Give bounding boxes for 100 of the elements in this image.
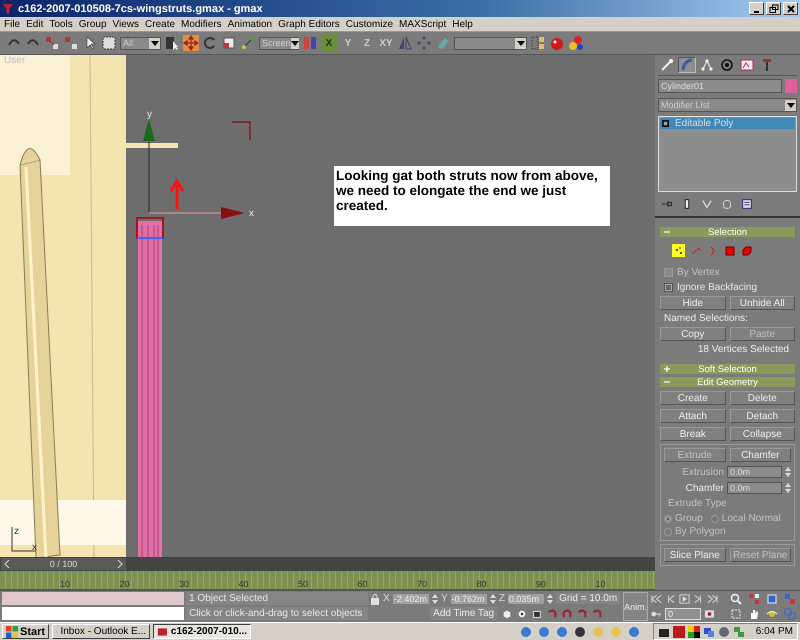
menu-item[interactable]: Group	[76, 18, 111, 30]
magnet-icon[interactable]	[592, 608, 602, 620]
mirror-icon[interactable]	[397, 35, 413, 51]
unlink-icon[interactable]	[63, 35, 79, 51]
menu-item[interactable]: Modifiers	[179, 18, 226, 30]
magnet-icon[interactable]	[547, 608, 558, 620]
play-icon[interactable]	[679, 594, 690, 604]
panel-button[interactable]: Detach	[730, 409, 795, 423]
menu-item[interactable]: Tools	[47, 18, 77, 30]
panel-button[interactable]: Slice Plane	[664, 548, 726, 562]
animate-button[interactable]: Anim.	[623, 592, 648, 621]
zoom-extents-icon[interactable]	[766, 593, 778, 605]
region-select-icon[interactable]	[101, 35, 117, 51]
panel-button[interactable]: Break	[660, 427, 726, 441]
go-to-start-icon[interactable]	[651, 594, 662, 604]
axis-constraint-button[interactable]: Y	[340, 34, 356, 52]
caret-icon[interactable]	[516, 40, 524, 46]
go-to-end-icon[interactable]	[707, 594, 718, 604]
axis-constraint-button[interactable]: X	[321, 34, 337, 52]
checkbox[interactable]	[664, 282, 673, 292]
spinner-field[interactable]: 0.0m	[727, 482, 782, 494]
magnet-icon[interactable]	[562, 608, 572, 620]
menu-item[interactable]: File	[2, 18, 24, 30]
taskbar-button[interactable]: c162-2007-010...	[153, 624, 252, 639]
menu-item[interactable]: Views	[110, 18, 144, 30]
color-spheres-icon[interactable]	[568, 35, 584, 51]
display-monitor-icon[interactable]	[738, 57, 756, 73]
caret-icon[interactable]	[150, 40, 158, 46]
menu-item[interactable]: Create	[143, 18, 180, 30]
coordinate-field[interactable]: -2.402m	[392, 594, 429, 604]
rollout-header[interactable]: Selection	[660, 227, 795, 237]
material-editor-icon[interactable]	[530, 35, 546, 51]
menu-item[interactable]: Customize	[344, 18, 398, 30]
viewport[interactable]: User y x Looking gat both struts now from above, we need to elongate the end we just created. z x	[0, 55, 655, 558]
arc-rotate-icon[interactable]	[766, 608, 778, 620]
timeline-ruler[interactable]: 10 20 30 40 50 60 70 80 90 10	[0, 571, 655, 590]
modifier-list-dropdown[interactable]: Modifier List	[658, 98, 797, 112]
spinner-arrows-icon[interactable]	[785, 466, 791, 478]
named-selection-dropdown[interactable]	[454, 36, 527, 50]
panel-button[interactable]: Attach	[660, 409, 726, 423]
rollout-header[interactable]: Edit Geometry	[660, 377, 795, 387]
panel-button[interactable]: Copy	[660, 327, 726, 341]
key-icon[interactable]	[651, 608, 662, 618]
panel-button[interactable]: Unhide All	[730, 296, 795, 310]
restore-icon[interactable]	[768, 4, 778, 14]
zoom-icon[interactable]	[730, 593, 742, 605]
colored-squares-icon[interactable]	[688, 626, 700, 638]
close-button[interactable]	[783, 2, 798, 15]
caret-icon[interactable]	[786, 102, 794, 108]
time-config-icon[interactable]	[704, 608, 716, 618]
select-by-name-icon[interactable]	[164, 35, 180, 51]
coordinate-field[interactable]: -0.762m	[450, 594, 487, 604]
object-name-field[interactable]: Cylinder01	[658, 79, 782, 93]
scale-icon[interactable]	[221, 35, 237, 51]
modify-bend-icon[interactable]	[678, 57, 696, 73]
stack-item[interactable]: Editable Poly	[660, 118, 795, 129]
selected-strut-drawing[interactable]	[136, 217, 164, 558]
panel-button[interactable]: Create	[660, 391, 726, 405]
maxscript-listener-field[interactable]	[2, 592, 184, 605]
vertex-dots-icon[interactable]	[672, 244, 685, 257]
pan-hand-icon[interactable]	[748, 608, 760, 620]
menu-item[interactable]: Graph Editors	[276, 18, 344, 30]
pivot-icon[interactable]	[240, 35, 256, 51]
remove-modifier-icon[interactable]	[721, 199, 733, 209]
pin-icon[interactable]	[661, 199, 673, 209]
frame-counter-thumb[interactable]: 0 / 100	[1, 558, 126, 570]
spinner-arrows-icon[interactable]	[490, 592, 496, 604]
panel-button[interactable]: Hide	[660, 296, 726, 310]
disc-icon[interactable]	[718, 626, 730, 638]
spinner-arrows-icon[interactable]	[547, 592, 554, 604]
menu-item[interactable]: Edit	[24, 18, 48, 30]
zoom-all-icon[interactable]	[748, 593, 760, 605]
previous-frame-icon[interactable]	[665, 594, 676, 604]
magnet-icon[interactable]	[577, 608, 588, 620]
field-of-view-icon[interactable]	[730, 608, 742, 620]
taskbar-button[interactable]: Inbox - Outlook E...	[52, 624, 150, 639]
add-time-tag-button[interactable]: Add Time Tag	[430, 607, 498, 620]
close-icon[interactable]	[786, 4, 796, 14]
restore-button[interactable]	[766, 2, 781, 15]
panel-button[interactable]: Chamfer	[730, 448, 791, 462]
selection-filter-dropdown[interactable]: All	[120, 36, 161, 50]
lock-icon[interactable]	[370, 592, 380, 604]
reference-coordinate-dropdown[interactable]: Screen	[259, 36, 299, 50]
coordinate-field[interactable]: 0.035m	[508, 594, 544, 604]
object-color-swatch[interactable]	[785, 79, 797, 93]
menu-item[interactable]: Help	[450, 18, 477, 30]
link-icon[interactable]	[44, 35, 60, 51]
maxscript-output-field[interactable]	[2, 607, 184, 620]
start-button[interactable]: Start	[2, 624, 50, 639]
spinner-arrows-icon[interactable]	[432, 592, 438, 604]
array-icon[interactable]	[416, 35, 432, 51]
axis-constraint-button[interactable]: XY	[378, 34, 394, 52]
configure-sets-icon[interactable]	[741, 199, 753, 209]
element-cube-icon[interactable]	[740, 244, 753, 257]
frame-field[interactable]: 0	[665, 608, 702, 620]
axis-constraint-button[interactable]: Z	[359, 34, 375, 52]
panel-button[interactable]: Collapse	[730, 427, 795, 441]
menu-item[interactable]: Animation	[226, 18, 276, 30]
rollout-header[interactable]: Soft Selection	[660, 364, 795, 374]
panel-button[interactable]: Delete	[730, 391, 795, 405]
